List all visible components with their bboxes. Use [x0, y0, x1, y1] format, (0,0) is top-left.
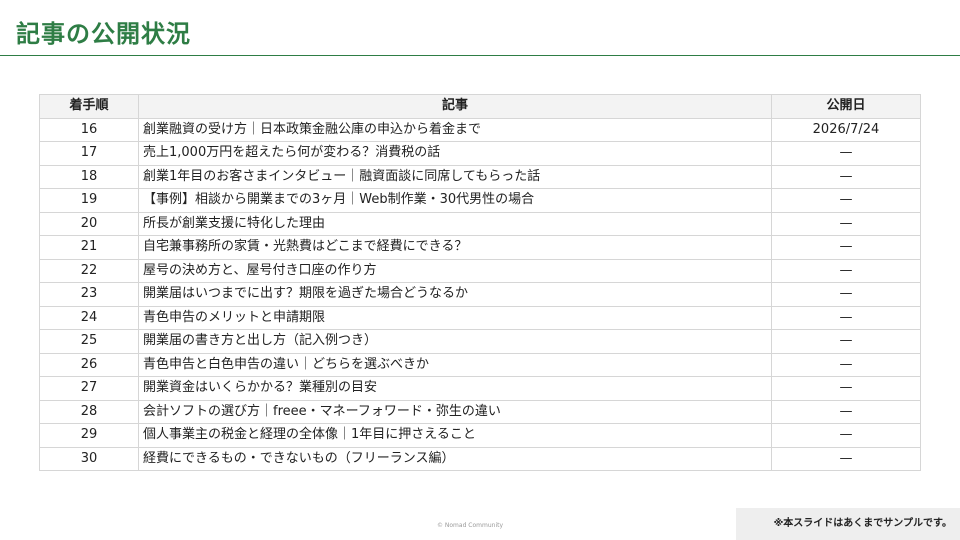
- order-cell: 21: [39, 235, 139, 260]
- date-cell: —: [771, 446, 921, 471]
- date-cell: —: [771, 423, 921, 448]
- table-row: 30 経費にできるもの・できないもの（フリーランス編） —: [39, 446, 921, 471]
- date-cell: —: [771, 352, 921, 377]
- date-cell: —: [771, 164, 921, 189]
- order-cell: 18: [39, 164, 139, 189]
- order-cell: 23: [39, 282, 139, 307]
- table-row: 23 開業届はいつまでに出す？期限を過ぎた場合どうなるか —: [39, 282, 921, 307]
- order-cell: 26: [39, 352, 139, 377]
- article-cell: 会計ソフトの選び方｜freee・マネーフォワード・弥生の違い: [138, 399, 772, 424]
- table-row: 24 青色申告のメリットと申請期限 —: [39, 305, 921, 330]
- header-date: 公開日: [771, 94, 921, 119]
- article-cell: 【事例】相談から開業までの3ヶ月｜Web制作業・30代男性の場合: [138, 188, 772, 213]
- order-cell: 16: [39, 117, 139, 142]
- article-cell: 売上1,000万円を超えたら何が変わる？消費税の話: [138, 141, 772, 166]
- table-row: 28 会計ソフトの選び方｜freee・マネーフォワード・弥生の違い —: [39, 399, 921, 424]
- table-row: 26 青色申告と白色申告の違い｜どちらを選ぶべきか —: [39, 352, 921, 377]
- article-cell: 自宅兼事務所の家賃・光熱費はどこまで経費にできる？: [138, 235, 772, 260]
- table-row: 20 所長が創業支援に特化した理由 —: [39, 211, 921, 236]
- date-cell: —: [771, 305, 921, 330]
- article-status-table: 着手順 記事 公開日 16 創業融資の受け方｜日本政策金融公庫の申込から着金まで 2…: [39, 94, 921, 471]
- order-cell: 30: [39, 446, 139, 471]
- article-cell: 屋号の決め方と、屋号付き口座の作り方: [138, 258, 772, 283]
- date-cell: —: [771, 211, 921, 236]
- table-row: 17 売上1,000万円を超えたら何が変わる？消費税の話 —: [39, 141, 921, 166]
- table-row: 25 開業届の書き方と出し方（記入例つき） —: [39, 329, 921, 354]
- article-cell: 青色申告のメリットと申請期限: [138, 305, 772, 330]
- order-cell: 17: [39, 141, 139, 166]
- order-cell: 27: [39, 376, 139, 401]
- date-cell: —: [771, 399, 921, 424]
- article-cell: 所長が創業支援に特化した理由: [138, 211, 772, 236]
- order-cell: 28: [39, 399, 139, 424]
- table-row: 18 創業1年目のお客さまインタビュー｜融資面談に同席してもらった話 —: [39, 164, 921, 189]
- article-cell: 開業資金はいくらかかる？業種別の目安: [138, 376, 772, 401]
- header-article: 記事: [138, 94, 772, 119]
- order-cell: 29: [39, 423, 139, 448]
- order-cell: 24: [39, 305, 139, 330]
- date-cell: —: [771, 258, 921, 283]
- date-cell: —: [771, 188, 921, 213]
- table-body: 16 創業融資の受け方｜日本政策金融公庫の申込から着金まで 2026/7/24 17 売…: [39, 117, 921, 471]
- article-cell: 創業1年目のお客さまインタビュー｜融資面談に同席してもらった話: [138, 164, 772, 189]
- date-cell: —: [771, 329, 921, 354]
- date-cell: 2026/7/24: [771, 117, 921, 142]
- order-cell: 19: [39, 188, 139, 213]
- header-order: 着手順: [39, 94, 139, 119]
- article-cell: 個人事業主の税金と経理の全体像｜1年目に押さえること: [138, 423, 772, 448]
- title-divider: [0, 55, 960, 56]
- article-cell: 青色申告と白色申告の違い｜どちらを選ぶべきか: [138, 352, 772, 377]
- sample-note: ※本スライドはあくまでサンプルです。: [736, 508, 960, 540]
- order-cell: 20: [39, 211, 139, 236]
- page-title: 記事の公開状況: [16, 20, 191, 48]
- date-cell: —: [771, 282, 921, 307]
- order-cell: 22: [39, 258, 139, 283]
- table-row: 16 創業融資の受け方｜日本政策金融公庫の申込から着金まで 2026/7/24: [39, 117, 921, 142]
- table-header-row: 着手順 記事 公開日: [39, 94, 921, 119]
- table-row: 19 【事例】相談から開業までの3ヶ月｜Web制作業・30代男性の場合 —: [39, 188, 921, 213]
- article-cell: 経費にできるもの・できないもの（フリーランス編）: [138, 446, 772, 471]
- date-cell: —: [771, 376, 921, 401]
- date-cell: —: [771, 141, 921, 166]
- table-row: 22 屋号の決め方と、屋号付き口座の作り方 —: [39, 258, 921, 283]
- table-row: 29 個人事業主の税金と経理の全体像｜1年目に押さえること —: [39, 423, 921, 448]
- table-row: 27 開業資金はいくらかかる？業種別の目安 —: [39, 376, 921, 401]
- date-cell: —: [771, 235, 921, 260]
- article-cell: 開業届の書き方と出し方（記入例つき）: [138, 329, 772, 354]
- order-cell: 25: [39, 329, 139, 354]
- table-row: 21 自宅兼事務所の家賃・光熱費はどこまで経費にできる？ —: [39, 235, 921, 260]
- article-cell: 開業届はいつまでに出す？期限を過ぎた場合どうなるか: [138, 282, 772, 307]
- article-cell: 創業融資の受け方｜日本政策金融公庫の申込から着金まで: [138, 117, 772, 142]
